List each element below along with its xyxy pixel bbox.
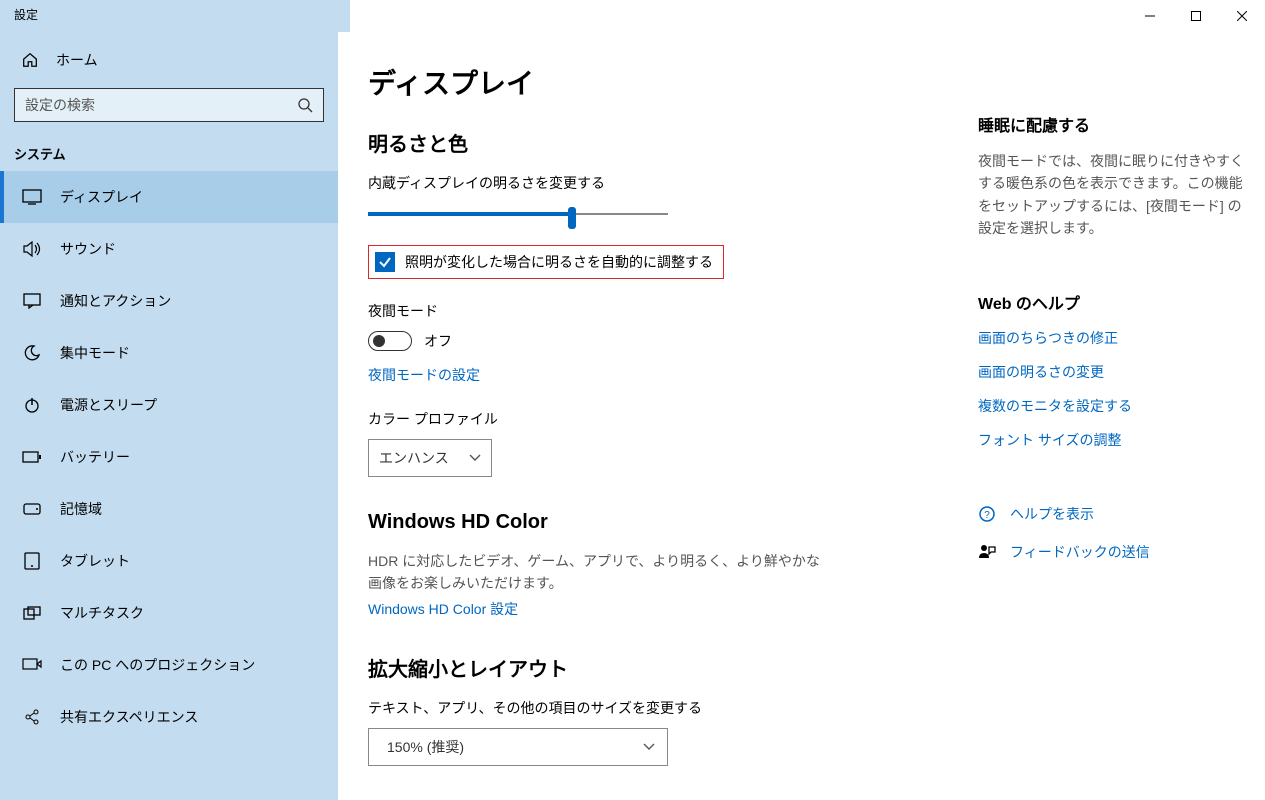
get-help-row[interactable]: ? ヘルプを表示 xyxy=(978,504,1248,524)
night-mode-settings-link[interactable]: 夜間モードの設定 xyxy=(368,365,968,385)
hdcolor-settings-link[interactable]: Windows HD Color 設定 xyxy=(368,599,968,619)
search-wrap: 設定の検索 xyxy=(0,82,338,136)
close-icon xyxy=(1237,11,1247,21)
search-icon xyxy=(297,97,313,113)
sound-icon xyxy=(22,241,42,257)
chevron-down-icon xyxy=(469,454,481,462)
auto-brightness-row[interactable]: 照明が変化した場合に明るさを自動的に調整する xyxy=(368,245,724,279)
night-mode-state: オフ xyxy=(424,331,452,351)
brightness-section: 明るさと色 内蔵ディスプレイの明るさを変更する 照明が変化した場合に明るさを自動… xyxy=(368,128,968,477)
home-icon xyxy=(20,51,40,69)
titlebar: 設定 xyxy=(0,0,1265,32)
scale-label: テキスト、アプリ、その他の項目のサイズを変更する xyxy=(368,698,968,718)
sidebar-item-display[interactable]: ディスプレイ xyxy=(0,171,338,223)
minimize-icon xyxy=(1145,11,1155,21)
feedback-icon xyxy=(978,543,996,561)
minimize-button[interactable] xyxy=(1127,0,1173,32)
search-placeholder: 設定の検索 xyxy=(25,95,95,115)
color-profile-label: カラー プロファイル xyxy=(368,409,968,429)
brightness-slider-label: 内蔵ディスプレイの明るさを変更する xyxy=(368,173,968,193)
feedback-link[interactable]: フィードバックの送信 xyxy=(1010,542,1150,562)
night-mode-label: 夜間モード xyxy=(368,301,968,321)
sidebar-item-battery[interactable]: バッテリー xyxy=(0,431,338,483)
webhelp-link-brightness[interactable]: 画面の明るさの変更 xyxy=(978,362,1248,382)
hdcolor-desc: HDR に対応したビデオ、ゲーム、アプリで、より明るく、より鮮やかな画像をお楽し… xyxy=(368,550,828,595)
webhelp-link-multimonitor[interactable]: 複数のモニタを設定する xyxy=(978,396,1248,416)
scale-heading: 拡大縮小とレイアウト xyxy=(368,653,968,682)
projection-icon xyxy=(22,658,42,672)
color-profile-select[interactable]: エンハンス xyxy=(368,439,492,477)
sidebar-item-label: 記憶域 xyxy=(60,499,102,519)
scale-value: 150% (推奨) xyxy=(387,737,464,757)
sidebar-item-label: タブレット xyxy=(60,551,130,571)
shell: ホーム 設定の検索 システム ディスプレイ サウンド xyxy=(0,32,1265,800)
scale-section: 拡大縮小とレイアウト テキスト、アプリ、その他の項目のサイズを変更する 150%… xyxy=(368,653,968,766)
chevron-down-icon xyxy=(643,743,655,751)
maximize-icon xyxy=(1191,11,1201,21)
night-mode-toggle[interactable] xyxy=(368,331,412,351)
get-help-link[interactable]: ヘルプを表示 xyxy=(1010,504,1094,524)
brightness-slider[interactable] xyxy=(368,203,668,227)
close-button[interactable] xyxy=(1219,0,1265,32)
hdcolor-section: Windows HD Color HDR に対応したビデオ、ゲーム、アプリで、よ… xyxy=(368,511,968,619)
slider-thumb[interactable] xyxy=(568,207,576,229)
sidebar-item-shared[interactable]: 共有エクスペリエンス xyxy=(0,691,338,743)
tablet-icon xyxy=(22,552,42,570)
night-mode-toggle-row: オフ xyxy=(368,331,968,351)
sleep-heading: 睡眠に配慮する xyxy=(978,112,1248,136)
webhelp-link-flicker[interactable]: 画面のちらつきの修正 xyxy=(978,328,1248,348)
sleep-desc: 夜間モードでは、夜間に眠りに付きやすくする暖色系の色を表示できます。この機能をセ… xyxy=(978,150,1248,240)
hdcolor-heading: Windows HD Color xyxy=(368,511,968,534)
maximize-button[interactable] xyxy=(1173,0,1219,32)
sidebar-item-label: 集中モード xyxy=(60,343,130,363)
sidebar-item-label: サウンド xyxy=(60,239,116,259)
help-icon: ? xyxy=(978,505,996,523)
sidebar-item-multitask[interactable]: マルチタスク xyxy=(0,587,338,639)
color-profile-value: エンハンス xyxy=(379,448,449,468)
webhelp-link-fontsize[interactable]: フォント サイズの調整 xyxy=(978,430,1248,450)
check-icon xyxy=(378,255,392,269)
sidebar: ホーム 設定の検索 システム ディスプレイ サウンド xyxy=(0,32,338,800)
display-icon xyxy=(22,189,42,205)
moon-icon xyxy=(22,345,42,361)
sidebar-item-notifications[interactable]: 通知とアクション xyxy=(0,275,338,327)
power-icon xyxy=(22,397,42,413)
sidebar-item-sound[interactable]: サウンド xyxy=(0,223,338,275)
scale-select[interactable]: 150% (推奨) xyxy=(368,728,668,766)
sidebar-item-storage[interactable]: 記憶域 xyxy=(0,483,338,535)
sidebar-item-power[interactable]: 電源とスリープ xyxy=(0,379,338,431)
feedback-row[interactable]: フィードバックの送信 xyxy=(978,542,1248,562)
search-input[interactable]: 設定の検索 xyxy=(14,88,324,122)
home-label: ホーム xyxy=(56,50,98,70)
sidebar-item-label: マルチタスク xyxy=(60,603,144,623)
sidebar-item-label: ディスプレイ xyxy=(60,187,143,207)
toggle-knob xyxy=(373,335,385,347)
battery-icon xyxy=(22,451,42,463)
auto-brightness-label: 照明が変化した場合に明るさを自動的に調整する xyxy=(405,252,713,272)
sidebar-item-label: 共有エクスペリエンス xyxy=(60,707,198,727)
category-header: システム xyxy=(0,136,338,171)
page-title: ディスプレイ xyxy=(368,62,968,102)
content: ディスプレイ 明るさと色 内蔵ディスプレイの明るさを変更する 照明が変化した場合… xyxy=(338,32,1265,800)
sidebar-item-focus[interactable]: 集中モード xyxy=(0,327,338,379)
sidebar-item-tablet[interactable]: タブレット xyxy=(0,535,338,587)
notification-icon xyxy=(22,293,42,309)
sidebar-item-label: 電源とスリープ xyxy=(60,395,157,415)
slider-fill xyxy=(368,212,572,216)
home-button[interactable]: ホーム xyxy=(0,38,338,82)
auto-brightness-checkbox[interactable] xyxy=(375,252,395,272)
brightness-heading: 明るさと色 xyxy=(368,128,968,157)
storage-icon xyxy=(22,503,42,515)
svg-text:?: ? xyxy=(984,510,990,521)
app-title: 設定 xyxy=(0,0,350,32)
aside-column: 睡眠に配慮する 夜間モードでは、夜間に眠りに付きやすくする暖色系の色を表示できま… xyxy=(978,62,1248,800)
share-icon xyxy=(22,709,42,725)
sidebar-item-projection[interactable]: この PC へのプロジェクション xyxy=(0,639,338,691)
multitask-icon xyxy=(22,606,42,620)
main-column: ディスプレイ 明るさと色 内蔵ディスプレイの明るさを変更する 照明が変化した場合… xyxy=(368,62,968,800)
webhelp-heading: Web のヘルプ xyxy=(978,290,1248,314)
sidebar-item-label: 通知とアクション xyxy=(60,291,171,311)
sidebar-item-label: この PC へのプロジェクション xyxy=(60,655,255,675)
sidebar-item-label: バッテリー xyxy=(60,447,130,467)
